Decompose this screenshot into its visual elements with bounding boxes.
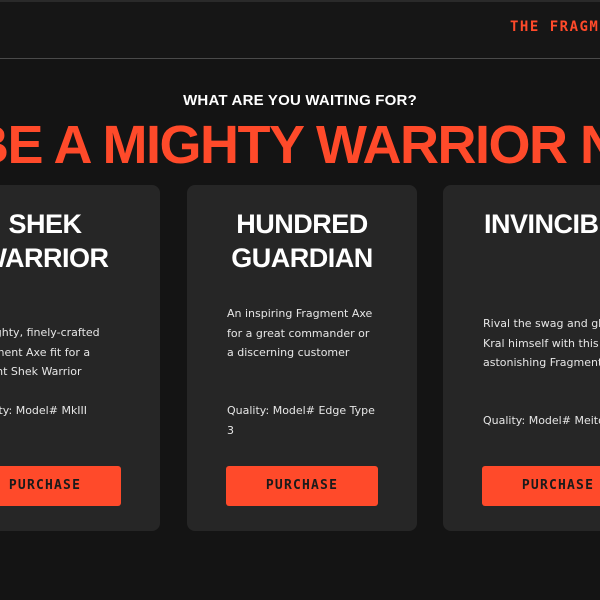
card-quality: Quality: Model# Edge Type 3 [227, 404, 375, 437]
site-header: THE FRAGMENT [0, 0, 600, 59]
purchase-button[interactable]: PURCHASE [0, 466, 121, 506]
card-title-line: HUNDRED [236, 209, 368, 239]
card-title-line: WARRIOR [0, 243, 109, 273]
card-quality: Quality: Model# Meitou [483, 414, 600, 427]
purchase-button[interactable]: PURCHASE [226, 466, 378, 506]
hero-headline: BE A MIGHTY WARRIOR NOW! [0, 115, 600, 175]
product-card-hundred-guardian: HUNDRED GUARDIAN An inspiring Fragment A… [187, 185, 417, 531]
window-edge [0, 0, 600, 2]
page: THE FRAGMENT WHAT ARE YOU WAITING FOR? B… [0, 0, 600, 600]
product-card-shek-warrior: SHEK WARRIOR A mighty, finely-crafted Fr… [0, 185, 160, 531]
card-title: HUNDRED GUARDIAN [187, 207, 417, 275]
purchase-button[interactable]: PURCHASE [482, 466, 600, 506]
card-title-line: GUARDIAN [231, 243, 373, 273]
card-quality: Quality: Model# MkIII [0, 404, 88, 417]
hero-eyebrow: WHAT ARE YOU WAITING FOR? [183, 92, 417, 109]
card-description: An inspiring Fragment Axe for a great co… [227, 307, 373, 359]
card-title-line: SHEK [8, 209, 82, 239]
card-title: SHEK WARRIOR [0, 207, 160, 275]
card-description: A mighty, finely-crafted Fragment Axe fi… [0, 326, 100, 378]
card-title-line: INVINCIBLE [483, 209, 600, 239]
card-title: INVINCIBLE [443, 207, 600, 241]
brand-logo-text[interactable]: THE FRAGMENT [510, 19, 600, 35]
product-card-invincible: INVINCIBLE Rival the swag and glory of K… [443, 185, 600, 531]
card-description: Rival the swag and glory of Kral himself… [483, 317, 600, 369]
